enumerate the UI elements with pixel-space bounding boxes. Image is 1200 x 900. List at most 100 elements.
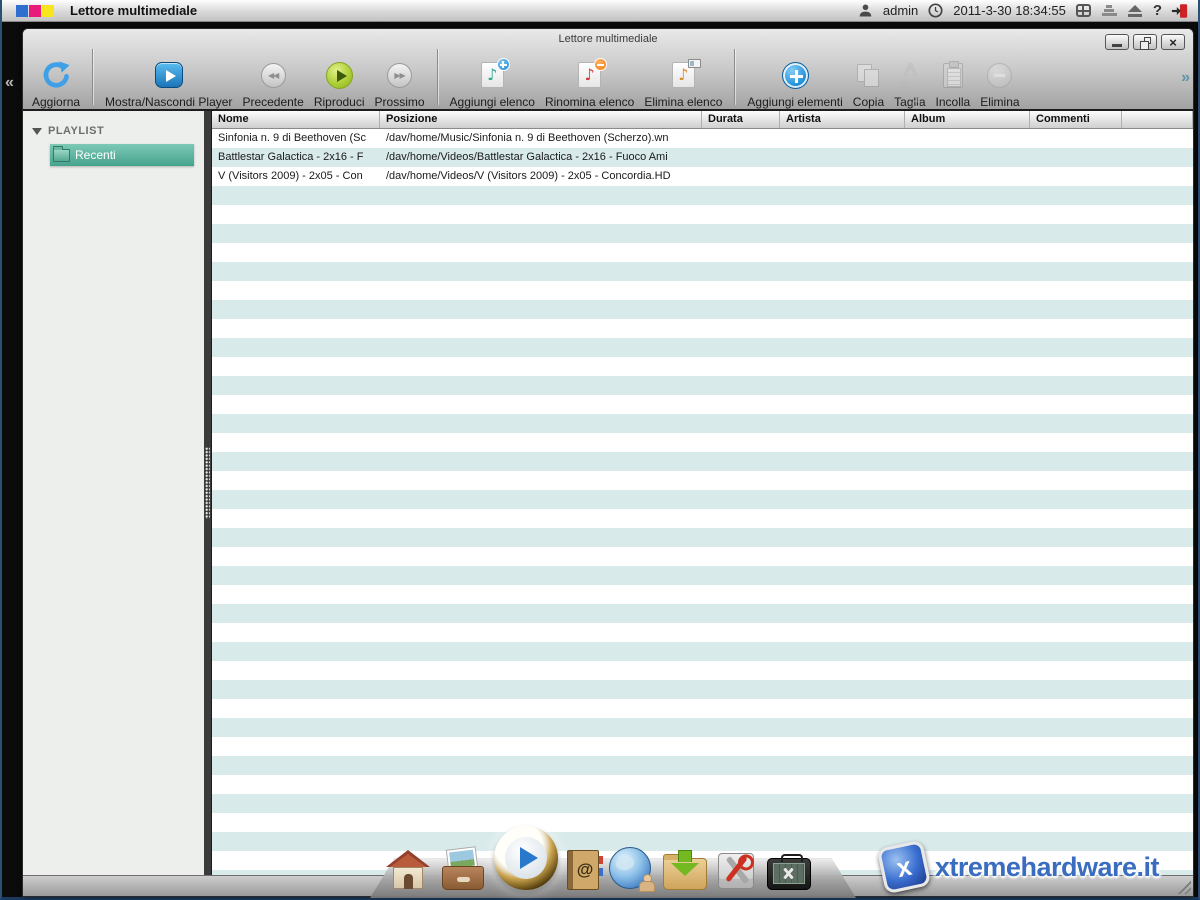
page-title: Lettore multimediale bbox=[70, 3, 197, 18]
watermark-badge: x bbox=[877, 840, 932, 895]
next-button[interactable]: ▶▶ Prossimo bbox=[370, 47, 430, 109]
web-network-icon[interactable] bbox=[608, 846, 654, 892]
add-playlist-icon: ♪ bbox=[481, 62, 504, 88]
playlist-section-label: PLAYLIST bbox=[48, 125, 104, 137]
system-topbar: Lettore multimediale admin 2011-3-30 18:… bbox=[2, 0, 1198, 22]
cell-posizione: /dav/home/Music/Sinfonia n. 9 di Beethov… bbox=[380, 129, 702, 148]
scroll-right-chevron-icon[interactable]: » bbox=[1181, 69, 1190, 87]
topbar-status-area: admin 2011-3-30 18:34:55 ? bbox=[857, 2, 1188, 19]
column-header-posizione[interactable]: Posizione bbox=[380, 111, 702, 128]
add-playlist-button[interactable]: ♪ Aggiungi elenco bbox=[445, 47, 540, 109]
cell-commenti bbox=[1030, 167, 1122, 186]
disk-tools-icon[interactable] bbox=[716, 850, 758, 892]
window-content: PLAYLIST Recenti Nome Posizione Durata bbox=[23, 111, 1193, 875]
toolbar-separator bbox=[92, 49, 93, 105]
rename-playlist-button[interactable]: ♪ Rinomina elenco bbox=[540, 47, 639, 109]
download-station-icon[interactable] bbox=[661, 850, 709, 892]
desktop: « Lettore multimediale × Aggiorna bbox=[2, 22, 1197, 897]
column-header-commenti[interactable]: Commenti bbox=[1030, 111, 1122, 128]
window-title: Lettore multimediale bbox=[23, 33, 1193, 45]
app-grid-icon[interactable] bbox=[1075, 3, 1092, 19]
delete-items-label: Elimina bbox=[980, 95, 1019, 109]
devices-icon[interactable] bbox=[1101, 3, 1118, 19]
delete-playlist-icon: ♪ bbox=[672, 62, 695, 88]
column-header-empty bbox=[1122, 111, 1193, 128]
cell-durata bbox=[702, 148, 780, 167]
copy-button[interactable]: Copia bbox=[848, 47, 889, 109]
cut-label: Taglia bbox=[894, 95, 925, 109]
cell-nome: V (Visitors 2009) - 2x05 - Con bbox=[212, 167, 380, 186]
add-items-label: Aggiungi elementi bbox=[747, 95, 842, 109]
paste-button[interactable]: Incolla bbox=[931, 47, 976, 109]
previous-label: Precedente bbox=[242, 95, 303, 109]
splitter-grip bbox=[205, 447, 210, 519]
resize-handle[interactable] bbox=[1176, 879, 1191, 894]
cell-nome: Battlestar Galactica - 2x16 - F bbox=[212, 148, 380, 167]
contacts-icon[interactable]: @ bbox=[565, 848, 601, 892]
window-toolbar: Lettore multimediale × Aggiorna bbox=[23, 29, 1193, 111]
logo-square-yellow bbox=[42, 5, 54, 17]
media-table: Nome Posizione Durata Artista Album Comm… bbox=[211, 111, 1193, 875]
photo-station-icon[interactable] bbox=[439, 848, 487, 892]
previous-button[interactable]: ◀◀ Precedente bbox=[237, 47, 308, 109]
playlist-sidebar: PLAYLIST Recenti bbox=[23, 111, 204, 875]
cell-commenti bbox=[1030, 148, 1122, 167]
add-items-button[interactable]: Aggiungi elementi bbox=[742, 47, 847, 109]
play-icon bbox=[326, 62, 353, 89]
table-row[interactable]: Sinfonia n. 9 di Beethoven (Sc /dav/home… bbox=[212, 129, 1193, 148]
logged-in-user: admin bbox=[883, 3, 918, 18]
table-header: Nome Posizione Durata Artista Album Comm… bbox=[212, 111, 1193, 129]
cell-nome: Sinfonia n. 9 di Beethoven (Sc bbox=[212, 129, 380, 148]
qnap-logo bbox=[16, 5, 54, 17]
column-header-durata[interactable]: Durata bbox=[702, 111, 780, 128]
copy-label: Copia bbox=[853, 95, 884, 109]
previous-icon: ◀◀ bbox=[261, 63, 286, 88]
cell-artista bbox=[780, 148, 905, 167]
dock-icons: @ bbox=[384, 826, 842, 892]
xtremehardware-watermark: x xtremehardware.it bbox=[881, 844, 1159, 890]
scroll-left-chevron-icon[interactable]: « bbox=[5, 74, 14, 92]
logout-icon[interactable] bbox=[1171, 3, 1188, 19]
table-row[interactable]: V (Visitors 2009) - 2x05 - Con /dav/home… bbox=[212, 167, 1193, 186]
folder-icon bbox=[53, 149, 70, 162]
sidebar-splitter[interactable] bbox=[204, 111, 211, 875]
media-player-icon[interactable] bbox=[494, 826, 558, 890]
logo-square-magenta bbox=[29, 5, 41, 17]
play-button[interactable]: Riproduci bbox=[309, 47, 370, 109]
toolbar-buttons-row: Aggiorna Mostra/Nascondi Player ◀◀ Prece… bbox=[27, 47, 1175, 109]
toolbar-separator bbox=[437, 49, 438, 105]
sidebar-item-recenti[interactable]: Recenti bbox=[50, 144, 194, 166]
cell-commenti bbox=[1030, 129, 1122, 148]
home-icon[interactable] bbox=[384, 848, 432, 892]
app-dock: @ bbox=[370, 816, 856, 898]
table-row[interactable]: Battlestar Galactica - 2x16 - F /dav/hom… bbox=[212, 148, 1193, 167]
cell-durata bbox=[702, 167, 780, 186]
help-icon[interactable]: ? bbox=[1153, 2, 1162, 19]
refresh-label: Aggiorna bbox=[32, 95, 80, 109]
delete-items-button[interactable]: Elimina bbox=[975, 47, 1024, 109]
table-body: Sinfonia n. 9 di Beethoven (Sc /dav/home… bbox=[212, 129, 1193, 875]
playlist-section-header[interactable]: PLAYLIST bbox=[32, 125, 204, 137]
clock-icon bbox=[927, 3, 944, 19]
refresh-button[interactable]: Aggiorna bbox=[27, 47, 85, 109]
cell-album bbox=[905, 129, 1030, 148]
watermark-text: xtremehardware.it bbox=[935, 852, 1159, 883]
add-playlist-label: Aggiungi elenco bbox=[450, 95, 535, 109]
cell-posizione: /dav/home/Videos/Battlestar Galactica - … bbox=[380, 148, 702, 167]
delete-playlist-button[interactable]: ♪ Elimina elenco bbox=[639, 47, 727, 109]
cell-empty bbox=[1122, 167, 1193, 186]
system-toolbox-icon[interactable] bbox=[765, 852, 813, 892]
next-label: Prossimo bbox=[375, 95, 425, 109]
paste-icon bbox=[943, 63, 963, 88]
cut-button[interactable]: Taglia bbox=[889, 47, 930, 109]
column-header-nome[interactable]: Nome bbox=[212, 111, 380, 128]
toggle-player-button[interactable]: Mostra/Nascondi Player bbox=[100, 47, 237, 109]
cell-album bbox=[905, 167, 1030, 186]
screen: Lettore multimediale admin 2011-3-30 18:… bbox=[0, 0, 1200, 900]
cell-artista bbox=[780, 129, 905, 148]
column-header-artista[interactable]: Artista bbox=[780, 111, 905, 128]
eject-icon[interactable] bbox=[1127, 3, 1144, 19]
sidebar-item-label: Recenti bbox=[75, 148, 116, 162]
cell-posizione: /dav/home/Videos/V (Visitors 2009) - 2x0… bbox=[380, 167, 702, 186]
column-header-album[interactable]: Album bbox=[905, 111, 1030, 128]
